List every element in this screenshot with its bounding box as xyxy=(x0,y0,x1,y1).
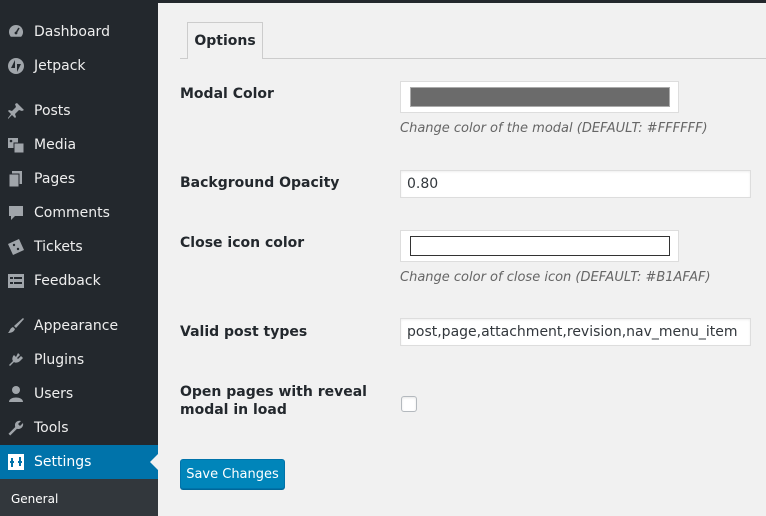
wrench-icon xyxy=(7,419,25,437)
sidebar-item-posts[interactable]: Posts xyxy=(0,94,158,128)
close-icon-color-swatch[interactable] xyxy=(410,236,670,256)
comment-icon xyxy=(7,204,25,222)
settings-icon xyxy=(7,453,25,471)
sidebar-item-label: Pages xyxy=(34,171,76,187)
close-icon-color-description: Change color of close icon (DEFAULT: #B1… xyxy=(400,270,711,285)
sidebar-item-label: Jetpack xyxy=(34,58,86,74)
close-icon-color-picker[interactable] xyxy=(400,230,679,262)
user-icon xyxy=(7,385,25,403)
dashboard-icon xyxy=(7,23,25,41)
sidebar-item-media[interactable]: Media xyxy=(0,128,158,162)
pages-icon xyxy=(7,170,25,188)
open-pages-label: Open pages with reveal modal in load xyxy=(180,383,367,419)
sidebar-item-label: Users xyxy=(34,386,74,402)
close-icon-color-label: Close icon color xyxy=(180,235,305,251)
save-changes-button[interactable]: Save Changes xyxy=(180,459,285,489)
sidebar-item-label: Plugins xyxy=(34,352,85,368)
open-pages-label-line2: modal in load xyxy=(180,402,287,418)
modal-color-swatch[interactable] xyxy=(410,87,670,107)
top-strip xyxy=(158,0,766,3)
open-pages-checkbox[interactable] xyxy=(401,396,417,412)
sidebar-item-label: Appearance xyxy=(34,318,119,334)
background-opacity-label: Background Opacity xyxy=(180,175,340,191)
pin-icon xyxy=(7,102,25,120)
sidebar-item-dashboard[interactable]: Dashboard xyxy=(0,15,158,49)
tickets-icon xyxy=(7,238,25,256)
sidebar-item-label: Settings xyxy=(34,454,92,470)
sidebar-item-tools[interactable]: Tools xyxy=(0,411,158,445)
tab-options[interactable]: Options xyxy=(187,22,263,59)
brush-icon xyxy=(7,317,25,335)
modal-color-description: Change color of the modal (DEFAULT: #FFF… xyxy=(400,121,708,136)
settings-submenu: General xyxy=(0,479,158,516)
open-pages-label-line1: Open pages with reveal xyxy=(180,384,367,400)
submenu-item-general[interactable]: General xyxy=(11,492,58,506)
sidebar-item-plugins[interactable]: Plugins xyxy=(0,343,158,377)
sidebar-item-jetpack[interactable]: Jetpack xyxy=(0,49,158,83)
sidebar-item-tickets[interactable]: Tickets xyxy=(0,230,158,264)
tab-baseline xyxy=(180,58,766,59)
sidebar-item-appearance[interactable]: Appearance xyxy=(0,309,158,343)
jetpack-icon xyxy=(7,57,25,75)
valid-post-types-label: Valid post types xyxy=(180,324,308,340)
sidebar-item-label: Tools xyxy=(34,420,69,436)
sidebar-item-label: Dashboard xyxy=(34,24,110,40)
sidebar-item-label: Posts xyxy=(34,103,71,119)
media-icon xyxy=(7,136,25,154)
sidebar-item-pages[interactable]: Pages xyxy=(0,162,158,196)
plug-icon xyxy=(7,351,25,369)
sidebar-item-label: Tickets xyxy=(34,239,83,255)
background-opacity-input[interactable] xyxy=(400,170,751,198)
sidebar-item-settings[interactable]: Settings xyxy=(0,445,158,479)
feedback-icon xyxy=(7,272,25,290)
sidebar-item-comments[interactable]: Comments xyxy=(0,196,158,230)
sidebar-item-label: Comments xyxy=(34,205,110,221)
sidebar-item-label: Media xyxy=(34,137,77,153)
modal-color-label: Modal Color xyxy=(180,86,274,102)
admin-sidebar: Dashboard Jetpack Posts Media Pages Comm… xyxy=(0,0,158,516)
valid-post-types-input[interactable] xyxy=(400,318,751,346)
active-arrow xyxy=(150,454,158,470)
sidebar-item-users[interactable]: Users xyxy=(0,377,158,411)
modal-color-picker[interactable] xyxy=(400,81,679,113)
sidebar-item-feedback[interactable]: Feedback xyxy=(0,264,158,298)
sidebar-item-label: Feedback xyxy=(34,273,101,289)
